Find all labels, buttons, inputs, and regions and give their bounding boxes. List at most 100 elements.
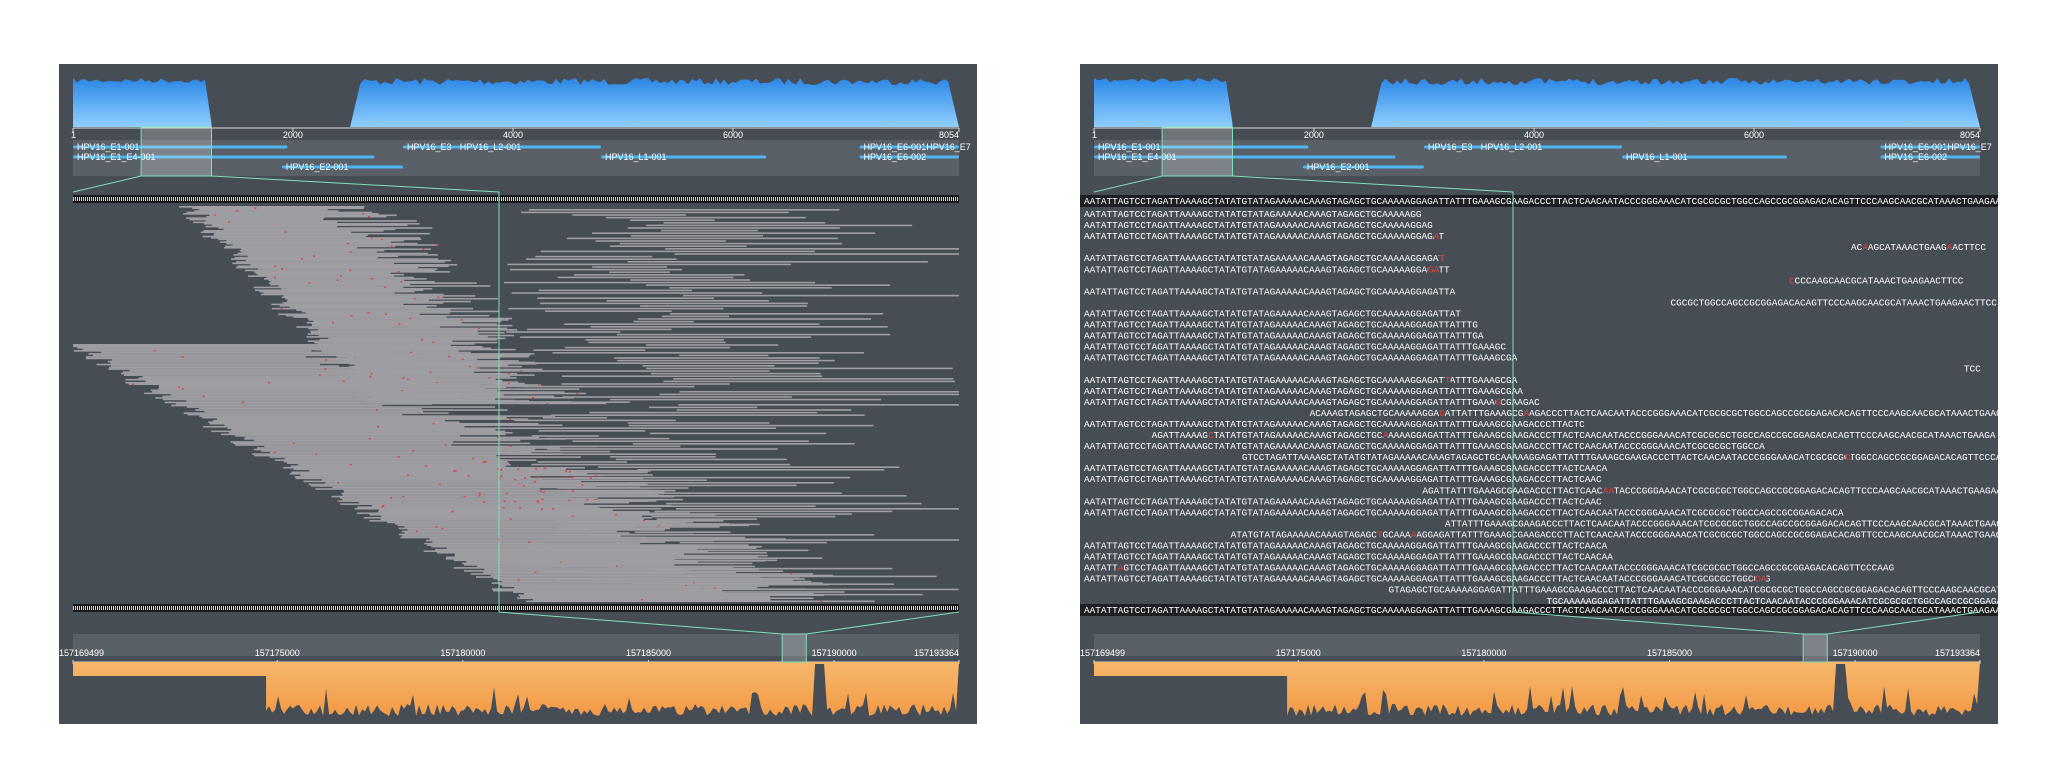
reference-base [489, 606, 490, 610]
reference-base [779, 197, 780, 201]
read-bar [281, 288, 433, 290]
reference-base [737, 197, 738, 201]
reference-base [263, 606, 264, 610]
reference-base [105, 606, 106, 610]
reference-base [689, 197, 690, 201]
read-bar [73, 344, 417, 346]
mismatch-base: C [1789, 275, 1795, 286]
gene-label: HPV16_E7 [1947, 142, 1992, 152]
read-bar [218, 238, 422, 241]
reference-base [671, 197, 672, 201]
read-bar [340, 503, 585, 505]
read-bar [261, 450, 561, 452]
reference-base [539, 197, 540, 201]
reference-base [231, 197, 232, 201]
read-bar [202, 425, 465, 428]
reference-base [245, 606, 246, 610]
reference-base [241, 606, 242, 610]
reference-base [515, 606, 516, 610]
reference-base [771, 197, 772, 201]
reference-base [789, 606, 790, 610]
reference-base [909, 606, 910, 610]
read-bar [619, 242, 842, 245]
read-bar [319, 338, 498, 341]
read-bar [616, 333, 891, 336]
mismatch-base: G [1439, 408, 1445, 419]
reference-base [417, 197, 418, 201]
read-bar [669, 313, 884, 315]
mismatch-mark [484, 460, 487, 463]
reference-base [405, 197, 406, 201]
reference-base [621, 606, 622, 610]
reference-base [517, 197, 518, 201]
read-bar [189, 218, 324, 221]
reference-base [177, 197, 178, 201]
reference-base [199, 197, 200, 201]
reference-base [79, 606, 80, 610]
reference-base [957, 197, 958, 201]
reference-base [719, 197, 720, 201]
mismatch-mark [790, 573, 793, 575]
reference-base [359, 197, 360, 201]
read-bar [589, 534, 874, 536]
reference-base [89, 606, 90, 610]
reference-base [327, 606, 328, 610]
read-bar [287, 462, 510, 464]
reference-base [467, 197, 468, 201]
mismatch-mark [576, 392, 579, 395]
mismatch-mark [339, 275, 342, 277]
reference-base [227, 197, 228, 201]
reference-base [775, 197, 776, 201]
reference-base [405, 606, 406, 610]
reference-base [399, 197, 400, 201]
read-bar [235, 444, 452, 446]
read-bar [142, 375, 389, 378]
read-bar [239, 249, 385, 252]
reference-base [909, 197, 910, 201]
alignment-overview-canvas[interactable]: 1 2000 4000 6000 8054HPV16_E1-001HPV16_E1_E4… [59, 64, 977, 724]
zoom-connector [806, 611, 960, 635]
reference-base [127, 197, 128, 201]
reference-base [227, 606, 228, 610]
read-bar [121, 372, 414, 375]
reference-base [349, 606, 350, 610]
mismatch-mark [368, 438, 371, 440]
reference-base [649, 197, 650, 201]
reference-base [341, 197, 342, 201]
reference-base [339, 197, 340, 201]
reference-base [605, 606, 606, 610]
reference-base [193, 197, 194, 201]
reference-base [617, 606, 618, 610]
reference-base [407, 606, 408, 610]
reference-base [741, 606, 742, 610]
read-bar [122, 371, 394, 373]
mismatch-mark [522, 484, 525, 487]
reference-base [379, 197, 380, 201]
reference-base [813, 606, 814, 610]
read-bar [512, 427, 776, 429]
reference-base [851, 197, 852, 201]
reference-base [385, 606, 386, 610]
reference-base [547, 606, 548, 610]
reference-base [505, 606, 506, 610]
bottom-axis-tick-label: 157169499 [59, 648, 104, 658]
reference-base [315, 197, 316, 201]
read-bar [233, 442, 530, 445]
reference-base [927, 606, 928, 610]
read-bar [354, 364, 509, 366]
reference-base [737, 606, 738, 610]
read-bar [328, 337, 506, 340]
reference-base [143, 606, 144, 610]
read-bar [663, 222, 826, 224]
sequence-detail-canvas[interactable]: 1 2000 4000 6000 8054HPV16_E1-001HPV16_E1_E4… [1080, 64, 1998, 724]
read-bar [307, 340, 453, 342]
reference-base [75, 606, 76, 610]
read-bar [674, 253, 959, 255]
read-bar [535, 500, 657, 502]
read-bar [507, 263, 792, 266]
read-bar [286, 300, 471, 303]
mismatch-mark [552, 507, 555, 510]
reference-base [559, 606, 560, 610]
read-bar [325, 482, 635, 484]
reference-base [855, 606, 856, 610]
